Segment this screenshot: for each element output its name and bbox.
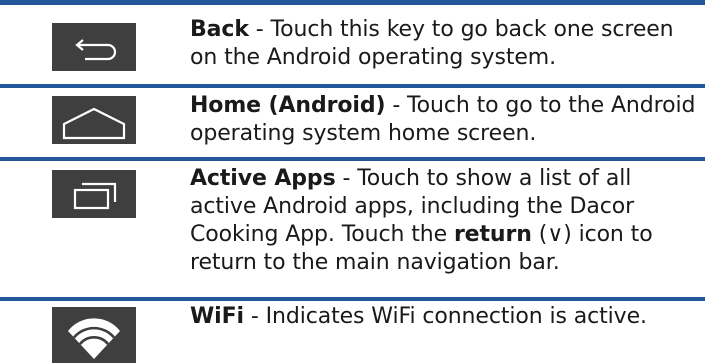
back-arrow-icon	[75, 39, 117, 61]
wifi-title: WiFi	[190, 304, 244, 329]
home-icon	[62, 107, 126, 140]
wifi-icon	[68, 318, 120, 359]
legend-row-active-apps: Active Apps - Touch to show a list of al…	[0, 161, 705, 297]
icon-cell	[0, 88, 180, 157]
recent-apps-icon	[73, 182, 117, 210]
icon-cell	[0, 5, 180, 84]
active-apps-button[interactable]	[52, 170, 136, 218]
home-title: Home (Android)	[190, 93, 386, 118]
wifi-description: WiFi - Indicates WiFi connection is acti…	[190, 303, 700, 331]
back-button[interactable]	[52, 23, 136, 71]
back-title: Back	[190, 17, 249, 42]
legend-row-wifi: WiFi - Indicates WiFi connection is acti…	[0, 301, 705, 363]
active-apps-description: Active Apps - Touch to show a list of al…	[190, 165, 700, 277]
wifi-text: - Indicates WiFi connection is active.	[243, 304, 647, 329]
return-emphasis: return	[453, 222, 532, 247]
wifi-indicator	[52, 307, 136, 363]
legend-row-back: Back - Touch this key to go back one scr…	[0, 5, 705, 84]
back-text: - Touch this key to go back one screen o…	[190, 17, 674, 70]
icon-cell	[0, 301, 180, 363]
back-description: Back - Touch this key to go back one scr…	[190, 16, 700, 72]
active-apps-title: Active Apps	[190, 166, 336, 191]
icon-cell	[0, 161, 180, 297]
home-button[interactable]	[52, 96, 136, 144]
legend-row-home: Home (Android) - Touch to go to the Andr…	[0, 88, 705, 157]
home-description: Home (Android) - Touch to go to the Andr…	[190, 92, 700, 148]
